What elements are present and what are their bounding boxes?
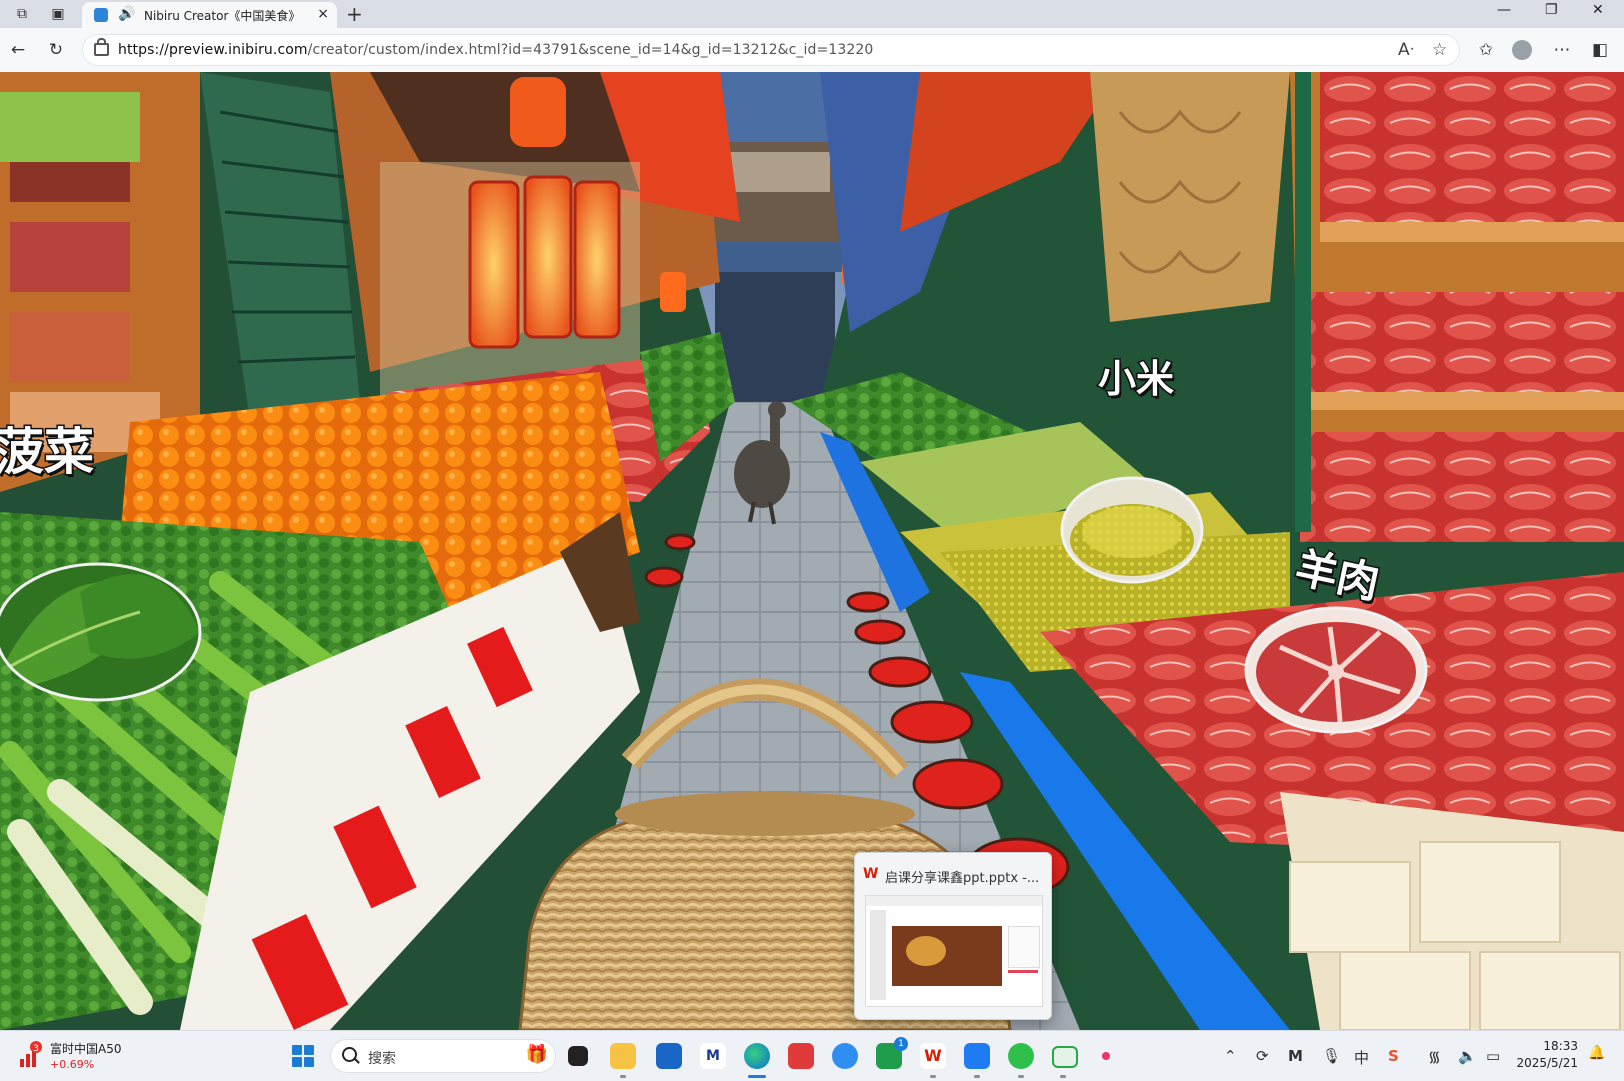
sync-icon[interactable]: ⟳ — [1256, 1047, 1269, 1065]
tab-title: Nibiru Creator《中国美食》 — [144, 9, 301, 23]
new-tab-button[interactable]: + — [346, 2, 363, 26]
microphone-icon[interactable]: 🎙 — [1322, 1047, 1341, 1065]
screen-share-icon[interactable] — [1052, 1046, 1078, 1068]
xbox-icon[interactable]: 1 — [876, 1037, 908, 1069]
favorite-star-icon[interactable]: ☆ — [1432, 40, 1447, 60]
wps-taskbar-icon[interactable]: W — [920, 1043, 946, 1069]
browser-title-bar: ⧉ ▣ 🔊 Nibiru Creator《中国美食》 × + — ❐ ✕ — [0, 0, 1624, 28]
battery-icon[interactable]: ▭ — [1486, 1047, 1500, 1065]
sidebar-icon[interactable]: ◧ — [1590, 40, 1610, 60]
label-spinach[interactable]: 菠菜 — [0, 412, 96, 484]
speaker-icon[interactable]: 🔊 — [118, 6, 135, 22]
stock-widget-icon[interactable]: 3 — [18, 1041, 42, 1069]
cloud-icon[interactable] — [832, 1043, 858, 1069]
sogou-icon[interactable]: S — [1388, 1047, 1399, 1065]
search-placeholder: 搜索 — [368, 1051, 396, 1067]
taskbar-search[interactable]: 搜索 🎁 — [330, 1039, 556, 1073]
preview-thumbnail[interactable] — [865, 895, 1043, 1007]
clock-date: 2025/5/21 — [1516, 1056, 1578, 1070]
running-indicator — [974, 1075, 980, 1078]
start-button[interactable] — [292, 1045, 314, 1067]
windows-logo-icon — [292, 1045, 302, 1055]
wifi-icon[interactable]: ᯾ — [1428, 1047, 1441, 1067]
browser-toolbar: ← ↻ https://preview.inibiru.com/creator/… — [0, 28, 1624, 72]
running-indicator — [1060, 1075, 1066, 1078]
huawei-icon[interactable] — [788, 1043, 814, 1069]
tab-actions-icon[interactable]: ▣ — [48, 4, 68, 24]
close-tab-icon[interactable]: × — [317, 6, 329, 22]
task-view-icon[interactable] — [568, 1046, 588, 1066]
search-icon — [342, 1047, 357, 1062]
tab-nibiru-creator[interactable]: 🔊 Nibiru Creator《中国美食》 × — [82, 2, 337, 28]
preview-title: 启课分享课鑫ppt.pptx -... — [885, 871, 1040, 886]
ime-icon[interactable]: 中 — [1354, 1047, 1369, 1068]
read-aloud-icon[interactable]: Aᐧ — [1398, 40, 1414, 60]
feishu-icon[interactable] — [964, 1043, 990, 1069]
running-indicator — [930, 1075, 936, 1078]
wechat-icon[interactable] — [1008, 1043, 1034, 1069]
store-icon[interactable] — [656, 1043, 682, 1069]
running-indicator — [620, 1075, 626, 1078]
clock-time: 18:33 — [1543, 1039, 1578, 1053]
app-m-icon[interactable]: M — [700, 1043, 726, 1069]
recording-icon[interactable] — [1102, 1052, 1110, 1060]
site-favicon-icon — [94, 8, 108, 22]
favorites-icon[interactable]: ✩ — [1476, 40, 1496, 60]
more-icon[interactable]: ⋯ — [1552, 40, 1572, 60]
restore-button[interactable]: ❐ — [1545, 2, 1558, 18]
windows-taskbar: 3 富时中国A50 +0.69% 搜索 🎁 M 1 W ⌃ ⟳ M 🎙 中 S … — [0, 1030, 1624, 1081]
wps-icon: W — [863, 866, 879, 882]
address-bar[interactable]: https://preview.inibiru.com/creator/cust… — [82, 34, 1460, 66]
edge-icon[interactable] — [744, 1043, 770, 1069]
vr-scene-viewport[interactable]: 菠菜 小米 羊肉 — [0, 72, 1624, 1030]
tray-m-icon[interactable]: M — [1288, 1047, 1303, 1065]
close-window-button[interactable]: ✕ — [1592, 2, 1604, 18]
volume-icon[interactable]: 🔈 — [1458, 1047, 1477, 1065]
clock[interactable]: 18:33 2025/5/21 — [1516, 1038, 1578, 1072]
svg-text:3: 3 — [33, 1044, 39, 1054]
lock-icon[interactable] — [94, 38, 109, 56]
profile-icon[interactable] — [1512, 40, 1532, 60]
minimize-button[interactable]: — — [1497, 2, 1511, 18]
stock-name[interactable]: 富时中国A50 — [50, 1040, 121, 1057]
search-highlight-icon: 🎁 — [525, 1044, 548, 1065]
url-text[interactable]: https://preview.inibiru.com/creator/cust… — [118, 42, 873, 58]
app-badge: 1 — [894, 1037, 908, 1051]
active-indicator — [748, 1075, 766, 1078]
taskbar-window-preview[interactable]: W 启课分享课鑫ppt.pptx -... — [854, 852, 1052, 1020]
chevron-up-icon[interactable]: ⌃ — [1224, 1047, 1237, 1065]
back-icon[interactable]: ← — [8, 40, 28, 60]
workspaces-icon[interactable]: ⧉ — [12, 4, 32, 24]
notification-icon[interactable]: 🔔 — [1588, 1045, 1606, 1063]
label-millet[interactable]: 小米 — [1096, 348, 1175, 403]
refresh-icon[interactable]: ↻ — [46, 40, 66, 60]
running-indicator — [1018, 1075, 1024, 1078]
file-explorer-icon[interactable] — [610, 1043, 636, 1069]
stock-change: +0.69% — [50, 1058, 95, 1071]
